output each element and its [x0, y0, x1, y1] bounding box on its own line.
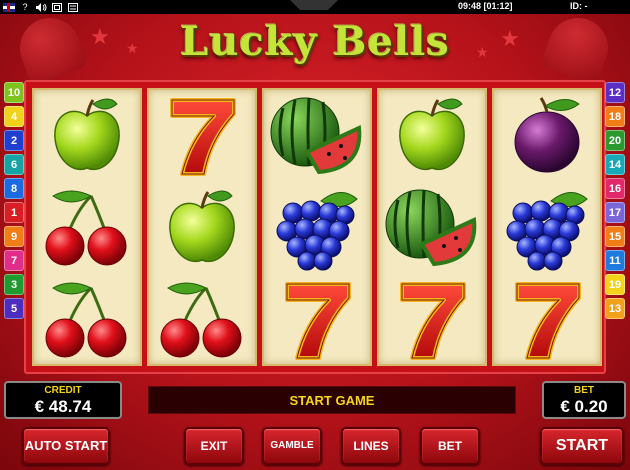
seven-icon [379, 274, 485, 366]
line-indicator-16: 16 [605, 178, 625, 199]
line-indicator-10: 10 [4, 82, 24, 103]
auto-start-button[interactable]: AUTO START [22, 427, 110, 465]
grapes-icon [264, 182, 370, 274]
line-indicator-5: 5 [4, 298, 24, 319]
exit-button[interactable]: EXIT [184, 427, 244, 465]
gamble-button[interactable]: GAMBLE [262, 427, 322, 465]
apple-icon [149, 182, 255, 274]
watermelon-icon [264, 90, 370, 182]
reel-1 [32, 88, 142, 366]
flag-uk-icon[interactable] [2, 1, 16, 13]
watermelon-icon [379, 182, 485, 274]
reel-3 [262, 88, 372, 366]
line-indicator-9: 9 [4, 226, 24, 247]
line-indicator-20: 20 [605, 130, 625, 151]
top-status-bar: ? 09:48 [01:12] ID: - [0, 0, 630, 14]
reel-5 [492, 88, 602, 366]
line-indicator-1: 1 [4, 202, 24, 223]
cherries-icon [149, 274, 255, 366]
line-indicator-15: 15 [605, 226, 625, 247]
game-logo: Lucky Bells [180, 18, 450, 65]
message-bar: START GAME [148, 386, 516, 414]
line-indicator-8: 8 [4, 178, 24, 199]
game-stage: ★ ★ ★ ★ Lucky Bells 10 4 2 6 8 1 9 7 3 5… [0, 9, 630, 470]
cherries-icon [34, 274, 140, 366]
reel-4 [377, 88, 487, 366]
seven-icon [149, 90, 255, 182]
line-indicator-11: 11 [605, 250, 625, 271]
start-button[interactable]: START [540, 427, 624, 465]
credit-display: CREDIT € 48.74 [4, 381, 122, 419]
line-indicator-13: 13 [605, 298, 625, 319]
right-line-indicators: 12 18 20 14 16 17 15 11 19 13 [605, 82, 625, 322]
line-indicator-2: 2 [4, 130, 24, 151]
menu-pull-tab[interactable] [290, 0, 338, 10]
seven-icon [494, 274, 600, 366]
line-indicator-4: 4 [4, 106, 24, 127]
plum-icon [494, 90, 600, 182]
apple-icon [379, 90, 485, 182]
line-indicator-14: 14 [605, 154, 625, 175]
help-icon[interactable]: ? [18, 1, 32, 13]
left-line-indicators: 10 4 2 6 8 1 9 7 3 5 [4, 82, 24, 322]
line-indicator-7: 7 [4, 250, 24, 271]
lines-button[interactable]: LINES [341, 427, 401, 465]
line-indicator-12: 12 [605, 82, 625, 103]
apple-icon [34, 90, 140, 182]
line-indicator-3: 3 [4, 274, 24, 295]
line-indicator-18: 18 [605, 106, 625, 127]
reel-2 [147, 88, 257, 366]
line-indicator-19: 19 [605, 274, 625, 295]
line-indicator-6: 6 [4, 154, 24, 175]
credit-label: CREDIT [44, 385, 82, 396]
settings-icon[interactable] [66, 1, 80, 13]
cherries-icon [34, 182, 140, 274]
session-id: ID: - [570, 1, 588, 11]
bet-button[interactable]: BET [420, 427, 480, 465]
credit-value: € 48.74 [34, 397, 92, 416]
clock-readout: 09:48 [01:12] [458, 1, 513, 11]
sound-icon[interactable] [34, 1, 48, 13]
fullscreen-icon[interactable] [50, 1, 64, 13]
seven-icon [264, 274, 370, 366]
bet-label: BET [574, 385, 594, 396]
grapes-icon [494, 182, 600, 274]
reels-frame [24, 80, 606, 374]
bet-value: € 0.20 [560, 397, 608, 416]
bet-display: BET € 0.20 [542, 381, 626, 419]
line-indicator-17: 17 [605, 202, 625, 223]
